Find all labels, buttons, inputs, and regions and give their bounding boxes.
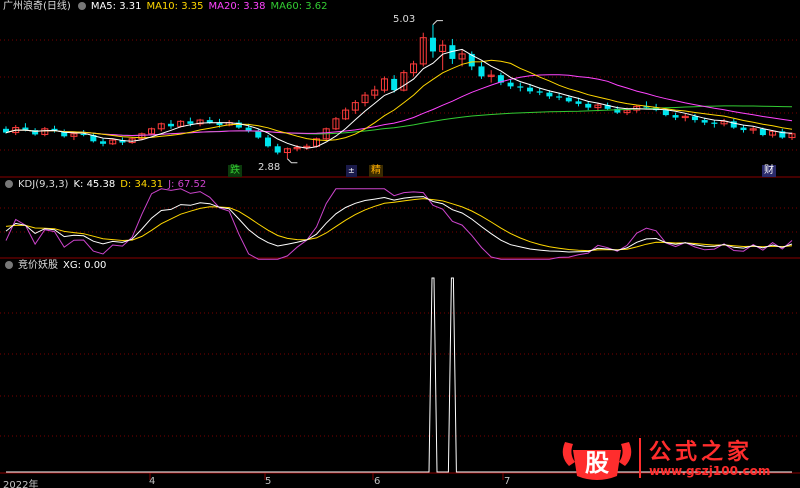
candle-body [517,86,524,88]
xg-name[interactable]: 竞价妖股 [18,260,58,271]
candle-body [556,96,563,98]
settings-icon[interactable] [77,2,86,10]
watermark-divider [639,438,641,478]
watermark-brand: 公式之家 [649,440,754,465]
candle-body [711,122,718,124]
ma5-line [5,48,793,149]
event-tag-drop[interactable]: 跌 [228,165,242,177]
candle-body [187,121,194,124]
candle-body [536,91,543,93]
ma10-value: MA10: 3.35 [146,1,204,12]
candle-body [546,92,553,97]
x-axis-label-apr: 4 [149,476,156,487]
candle-body [255,131,262,138]
x-axis-label-year: 2022年 [3,480,39,488]
bull-logo-icon: 股 [562,442,632,480]
chart-canvas [0,20,800,480]
candle-body [526,87,534,92]
candle-body [565,97,572,102]
candle-body [274,146,281,153]
candle-body [264,137,272,147]
event-tag-finance[interactable]: 财 [762,165,776,177]
candle-body [100,141,107,144]
x-axis-label-jul: 7 [504,476,511,487]
event-tag-plusminus[interactable]: ± [346,165,357,177]
kdj-panel-header: KDJ(9,3,3) K: 45.38 D: 34.31 J: 67.52 [3,179,211,191]
low-price-label: 2.88 [258,162,281,173]
candle-body [759,128,766,136]
candle-body [662,110,669,116]
ma5-value: MA5: 3.31 [90,1,142,12]
candle-body [701,120,708,123]
candle-body [167,123,174,127]
kdj-d-value: D: 34.31 [120,179,164,190]
candle-body [691,116,698,121]
main-panel-header: 广州浪奇(日线) MA5: 3.31 MA10: 3.35 MA20: 3.38 MA6… [3,1,333,13]
ma20-line [5,74,793,137]
svg-text:股: 股 [585,449,609,477]
kdj-d-line [5,198,793,252]
candle-body [429,37,436,52]
kdj-j-value: J: 67.52 [168,179,207,190]
candle-body [575,101,582,104]
kdj-k-value: K: 45.38 [73,179,116,190]
kdj-name[interactable]: KDJ(9,3,3) [18,179,68,190]
xg-value: XG: 0.00 [63,260,107,271]
kdj-settings-icon[interactable] [5,180,13,188]
event-tag-featured[interactable]: 精 [369,165,383,177]
xg-panel-header: 竞价妖股 XG: 0.00 [3,260,111,272]
stock-title[interactable]: 广州浪奇(日线) [3,1,71,12]
x-axis-label-may: 5 [265,476,272,487]
candle-body [740,127,747,131]
x-axis-label-jun: 6 [374,476,381,487]
high-price-label: 5.03 [393,14,416,25]
watermark-url: www.gszj100.com [649,464,771,478]
candle-body [478,66,485,77]
candle-body [672,115,679,118]
xg-settings-icon[interactable] [5,261,13,269]
candle-body [585,103,592,108]
candle-body [206,120,213,123]
low-marker [287,158,298,164]
watermark: 股 公式之家 www.gszj100.com [557,436,797,482]
candle-body [507,82,514,87]
ma60-value: MA60: 3.62 [270,1,328,12]
stock-chart-window: 广州浪奇(日线) MA5: 3.31 MA10: 3.35 MA20: 3.38 MA6… [0,0,800,488]
kdj-k-line [5,196,793,253]
candle-body [391,78,398,91]
ma20-value: MA20: 3.38 [208,1,266,12]
high-marker [432,20,443,25]
